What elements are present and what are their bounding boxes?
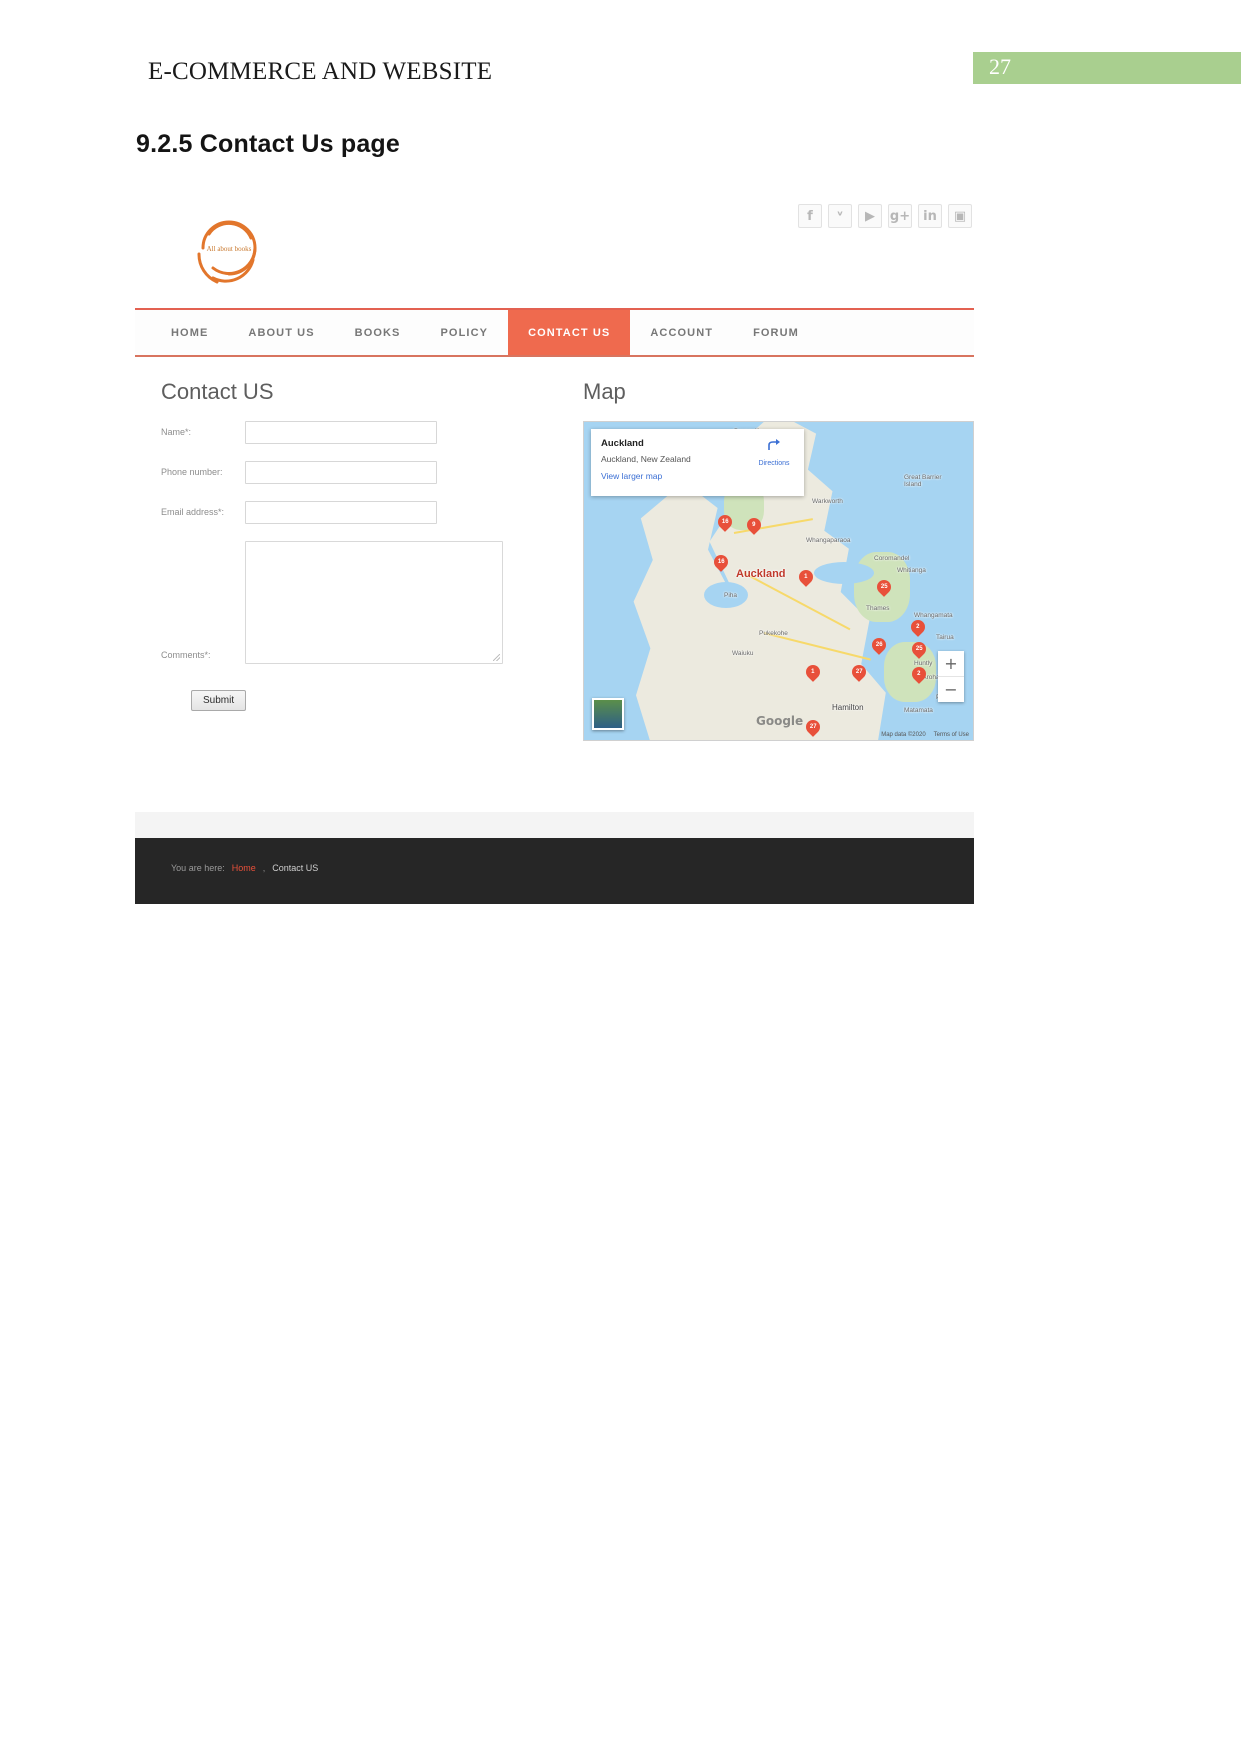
google-watermark: Google: [756, 714, 804, 728]
map-column: Map Auckland Dargaville Warkworth Whanga…: [573, 357, 974, 812]
map-data-credit: Map data ©2020: [881, 732, 926, 738]
map-harbour: [814, 562, 874, 584]
website-screenshot: All about books f ᵛ ▶ g+ in ▣ HOME ABOUT…: [135, 186, 974, 904]
contact-form-title: Contact US: [161, 379, 274, 404]
nav-item-contact-us[interactable]: CONTACT US: [508, 310, 631, 355]
field-row-email: Email address*:: [161, 501, 573, 524]
site-footer: You are here: Home , Contact US: [135, 838, 974, 904]
directions-label: Directions: [758, 460, 790, 467]
phone-label: Phone number:: [161, 467, 223, 478]
map-attribution: Map data ©2020 Terms of Use: [881, 732, 969, 738]
map-label: Whangamata: [914, 612, 953, 619]
comments-textarea[interactable]: [245, 541, 503, 664]
nav-item-policy[interactable]: POLICY: [421, 310, 509, 355]
field-row-comments: Comments*:: [161, 541, 573, 664]
social-icons: f ᵛ ▶ g+ in ▣: [798, 204, 972, 228]
page-number-badge: 27: [973, 52, 1241, 84]
map-route-number: 25: [915, 646, 923, 652]
view-larger-map-link[interactable]: View larger map: [601, 471, 794, 481]
map-label: Hamilton: [832, 703, 864, 712]
email-input[interactable]: [245, 501, 437, 524]
contact-form-column: Contact US Name*: Phone number: Email ad…: [135, 357, 573, 812]
submit-button[interactable]: Submit: [191, 690, 247, 711]
googleplus-icon[interactable]: g+: [888, 204, 912, 228]
map-route-number: 2: [916, 624, 920, 630]
map-zoom-controls: + −: [938, 651, 964, 702]
facebook-icon[interactable]: f: [798, 204, 822, 228]
field-row-name: Name*:: [161, 421, 573, 444]
map-city-label-auckland: Auckland: [736, 568, 786, 580]
breadcrumb-link-home[interactable]: Home: [232, 863, 256, 873]
map-label: Coromandel: [874, 555, 910, 562]
map-route-number: 27: [855, 669, 863, 675]
zoom-out-button[interactable]: −: [938, 677, 964, 702]
nav-item-account[interactable]: ACCOUNT: [630, 310, 733, 355]
email-label: Email address*:: [161, 507, 225, 518]
map-route-number: 27: [809, 724, 817, 730]
map-satellite-thumbnail[interactable]: [592, 698, 624, 730]
comments-label: Comments*:: [161, 650, 211, 660]
map-info-card: Auckland Auckland, New Zealand View larg…: [591, 429, 804, 496]
page-body: Contact US Name*: Phone number: Email ad…: [135, 357, 974, 812]
map-route-number: 16: [717, 559, 725, 565]
map-route-number: 16: [721, 519, 729, 525]
page-number: 27: [989, 54, 1011, 79]
document-header-title: E-COMMERCE AND WEBSITE: [148, 58, 493, 85]
site-logo[interactable]: All about books: [183, 204, 275, 292]
map-route-number: 25: [880, 584, 888, 590]
terms-of-use-link[interactable]: Terms of Use: [934, 732, 969, 738]
nav-item-home[interactable]: HOME: [151, 310, 228, 355]
phone-input[interactable]: [245, 461, 437, 484]
section-heading: 9.2.5 Contact Us page: [136, 130, 401, 158]
breadcrumb: You are here: Home , Contact US: [171, 863, 318, 873]
breadcrumb-current: Contact US: [272, 863, 319, 873]
map-label: Great Barrier Island: [904, 474, 942, 488]
site-header: All about books f ᵛ ▶ g+ in ▣: [135, 186, 974, 308]
map-label: Whangaparaoa: [806, 537, 851, 544]
map-label: Whitianga: [897, 567, 926, 574]
map-label: Warkworth: [812, 498, 843, 505]
nav-item-about-us[interactable]: ABOUT US: [228, 310, 334, 355]
nav-item-books[interactable]: BOOKS: [335, 310, 421, 355]
map-route-number: 2: [917, 671, 921, 677]
instagram-icon[interactable]: ▣: [948, 204, 972, 228]
map-label: Thames: [866, 605, 890, 612]
breadcrumb-prefix: You are here:: [171, 863, 225, 873]
name-input[interactable]: [245, 421, 437, 444]
map-route-number: 9: [752, 522, 756, 528]
main-navigation: HOME ABOUT US BOOKS POLICY CONTACT US AC…: [135, 308, 974, 357]
svg-text:All about books: All about books: [207, 245, 252, 253]
twitter-icon[interactable]: ᵛ: [828, 204, 852, 228]
map-label: Tairua: [936, 634, 954, 641]
map-route-pin: 2: [908, 617, 928, 637]
map-label: Matamata: [904, 707, 933, 714]
map-route-number: 1: [811, 669, 815, 675]
nav-list: HOME ABOUT US BOOKS POLICY CONTACT US AC…: [135, 310, 974, 355]
breadcrumb-separator: ,: [262, 863, 266, 873]
field-row-phone: Phone number:: [161, 461, 573, 484]
linkedin-icon[interactable]: in: [918, 204, 942, 228]
directions-icon: [768, 439, 780, 450]
google-map[interactable]: Auckland Dargaville Warkworth Whangapara…: [583, 421, 974, 741]
map-label: Pukekohe: [759, 630, 788, 637]
document-header: E-COMMERCE AND WEBSITE 27: [0, 52, 1241, 98]
footer-spacer: [135, 812, 974, 838]
map-title: Map: [583, 379, 626, 404]
map-route-number: 26: [875, 642, 883, 648]
map-route-number: 1: [804, 574, 808, 580]
map-route-pin: 26: [869, 635, 889, 655]
nav-item-forum[interactable]: FORUM: [733, 310, 819, 355]
map-label: Piha: [724, 592, 738, 599]
map-green-area: [884, 642, 936, 702]
zoom-in-button[interactable]: +: [938, 651, 964, 677]
directions-button[interactable]: Directions: [752, 437, 796, 467]
youtube-icon[interactable]: ▶: [858, 204, 882, 228]
map-label: Waiuku: [732, 650, 754, 657]
name-label: Name*:: [161, 427, 192, 438]
